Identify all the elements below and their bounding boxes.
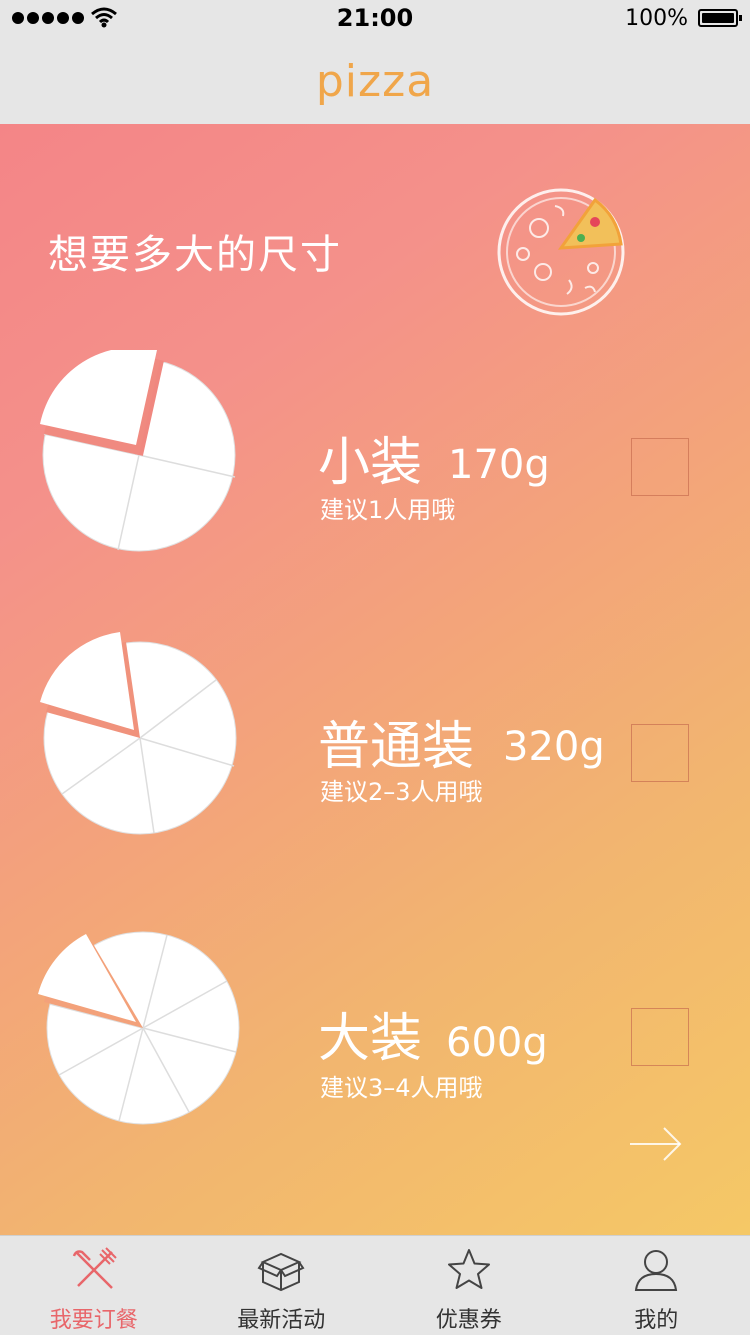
size-weight: 170g — [448, 442, 550, 488]
size-option-large[interactable]: 大装 600g 建议3–4人用哦 — [0, 928, 750, 1138]
size-hint: 建议3–4人用哦 — [320, 1068, 483, 1103]
tab-label: 我要订餐 — [0, 1302, 188, 1334]
pie-large-icon — [36, 928, 246, 1138]
battery-icon — [698, 9, 738, 27]
status-bar: 21:00 100% — [0, 0, 750, 40]
size-weight: 320g — [503, 724, 605, 770]
box-icon — [257, 1246, 305, 1294]
pizza-icon — [495, 186, 627, 318]
star-icon — [445, 1246, 493, 1294]
size-selection-panel: 想要多大的尺寸 小装 170g 建议1人用哦 — [0, 124, 750, 1235]
size-hint: 建议1人用哦 — [320, 490, 455, 525]
tab-events[interactable]: 最新活动 — [188, 1236, 376, 1335]
page-title: pizza — [0, 40, 750, 124]
size-weight: 600g — [446, 1020, 548, 1066]
tab-label: 最新活动 — [188, 1302, 376, 1334]
select-small-checkbox[interactable] — [631, 438, 689, 496]
pie-regular-icon — [36, 632, 246, 842]
select-large-checkbox[interactable] — [631, 1008, 689, 1066]
tab-coupons[interactable]: 优惠券 — [375, 1236, 563, 1335]
user-icon — [632, 1246, 680, 1294]
navigation-bar: pizza — [0, 40, 750, 124]
tab-label: 我的 — [563, 1302, 750, 1334]
size-option-regular[interactable]: 普通装 320g 建议2–3人用哦 — [0, 632, 750, 842]
size-hint: 建议2–3人用哦 — [320, 772, 483, 807]
tab-bar: 我要订餐 最新活动 优惠券 我的 — [0, 1235, 750, 1334]
tab-order[interactable]: 我要订餐 — [0, 1236, 188, 1335]
pie-small-icon — [36, 350, 246, 560]
size-name: 大装 — [318, 996, 422, 1071]
fork-knife-icon — [70, 1246, 118, 1294]
tab-label: 优惠券 — [375, 1302, 563, 1334]
size-name: 普通装 — [318, 704, 474, 779]
tab-profile[interactable]: 我的 — [563, 1236, 750, 1335]
battery-percentage: 100% — [625, 6, 688, 31]
size-option-small[interactable]: 小装 170g 建议1人用哦 — [0, 350, 750, 560]
size-name: 小装 — [318, 420, 422, 495]
arrow-right-icon[interactable] — [628, 1124, 684, 1164]
size-question-heading: 想要多大的尺寸 — [48, 222, 342, 280]
select-regular-checkbox[interactable] — [631, 724, 689, 782]
